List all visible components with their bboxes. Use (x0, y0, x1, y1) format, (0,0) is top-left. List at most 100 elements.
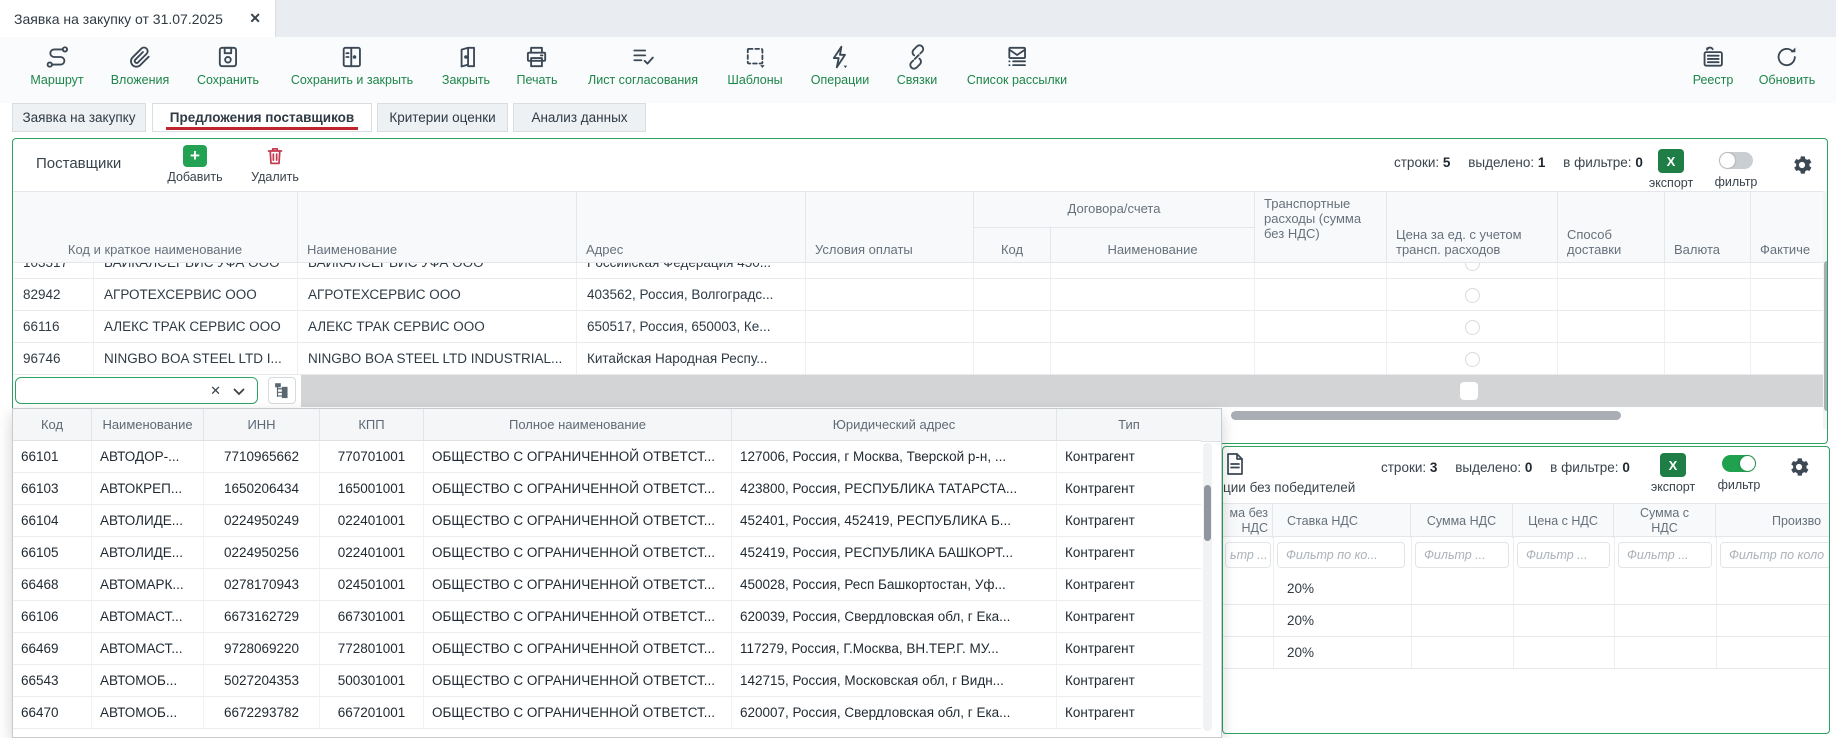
clear-icon[interactable]: ✕ (210, 383, 221, 399)
filter-toggle-bottom[interactable]: фильтр (1713, 455, 1765, 492)
lookup-row[interactable]: 66104 АВТОЛИДЕ... 0224950249 022401001 О… (13, 505, 1201, 537)
route-icon (44, 44, 70, 70)
col-contract-code[interactable]: Код (974, 228, 1051, 264)
refresh-button[interactable]: Обновить (1759, 44, 1816, 87)
col-currency[interactable]: Валюта (1665, 192, 1751, 264)
col-price-with-vat[interactable]: Цена с НДС (1513, 504, 1614, 538)
lookup-row[interactable]: 66106 АВТОМАСТ... 6673162729 667301001 О… (13, 601, 1201, 633)
lookup-row[interactable]: 66469 АВТОМАСТ... 9728069220 772801001 О… (13, 633, 1201, 665)
add-supplier-button[interactable]: + Добавить (164, 145, 226, 184)
links-button[interactable]: Связки (897, 44, 937, 87)
lookup-col-inn[interactable]: ИНН (204, 409, 320, 441)
plus-icon: + (183, 145, 207, 167)
col-sum-with-vat[interactable]: Сумма с НДС (1614, 504, 1716, 538)
approval-sheet-button[interactable]: Лист согласования (588, 44, 698, 87)
table-row[interactable]: 103317 БАЙКАЛСЕРВИС УФА ООО БАЙКАЛСЕРВИС… (13, 263, 1823, 279)
document-tab[interactable]: Заявка на закупку от 31.07.2025 ✕ (0, 0, 276, 37)
lookup-col-legal-address[interactable]: Юридический адрес (732, 409, 1057, 441)
row-checkbox[interactable] (1465, 320, 1480, 335)
filter-input[interactable]: Фильтр ... (1618, 542, 1712, 568)
close-icon[interactable]: ✕ (249, 10, 261, 27)
settings-gear-icon[interactable] (1787, 455, 1811, 479)
col-delivery-method[interactable]: Способ доставки (1558, 192, 1665, 264)
edit-row[interactable]: ✕ (13, 375, 1823, 407)
col-code-short-name[interactable]: Код и краткое наименование (13, 192, 298, 264)
col-vat-sum[interactable]: Сумма НДС (1411, 504, 1513, 538)
mailing-list-button[interactable]: Список рассылки (967, 44, 1067, 87)
paperclip-icon (127, 44, 153, 70)
excel-icon: X (1660, 453, 1686, 477)
templates-button[interactable]: Шаблоны (727, 44, 782, 87)
lookup-row[interactable]: 66543 АВТОМОБ... 5027204353 500301001 ОБ… (13, 665, 1201, 697)
positions-table-header: ма без НДС Ставка НДС Сумма НДС Цена с Н… (1223, 503, 1830, 537)
horizontal-scrollbar[interactable] (1231, 411, 1621, 420)
col-payment-terms[interactable]: Условия оплаты (806, 192, 974, 264)
lookup-col-full-name[interactable]: Полное наименование (424, 409, 732, 441)
col-sum-no-vat[interactable]: ма без НДС (1223, 504, 1273, 538)
col-transport-costs[interactable]: Транспортные расходы (сумма без НДС) (1255, 192, 1387, 264)
filter-input[interactable]: ьтр ... (1225, 542, 1271, 568)
row-checkbox[interactable] (1460, 382, 1478, 400)
lookup-row[interactable]: 66103 АВТОКРЕП... 1650206434 165001001 О… (13, 473, 1201, 505)
save-and-close-button[interactable]: Сохранить и закрыть (291, 44, 413, 87)
print-button[interactable]: Печать (517, 44, 558, 87)
lookup-row[interactable]: 66468 АВТОМАРК... 0278170943 024501001 О… (13, 569, 1201, 601)
toolbar: Маршрут Вложения Сохранить Сохранить и з… (0, 37, 1836, 103)
col-address[interactable]: Адрес (577, 192, 806, 264)
suppliers-table-header: Код и краткое наименование Наименование … (13, 191, 1823, 263)
operations-button[interactable]: Операции (811, 44, 869, 87)
lookup-col-name[interactable]: Наименование (92, 409, 204, 441)
filter-input[interactable]: Фильтр ... (1415, 542, 1509, 568)
table-row[interactable]: 20% (1223, 605, 1830, 637)
col-vat-rate[interactable]: Ставка НДС (1273, 504, 1411, 538)
col-name[interactable]: Наименование (298, 192, 577, 264)
lookup-col-code[interactable]: Код (13, 409, 92, 441)
tab-criteria[interactable]: Критерии оценки (377, 103, 508, 132)
table-row[interactable]: 20% (1223, 637, 1830, 669)
row-checkbox[interactable] (1465, 352, 1480, 367)
lookup-col-type[interactable]: Тип (1057, 409, 1201, 441)
toggle-off-icon[interactable] (1719, 152, 1753, 169)
refresh-icon (1774, 44, 1800, 70)
col-actual[interactable]: Фактиче (1751, 192, 1823, 264)
save-icon (215, 44, 241, 70)
col-producer[interactable]: Произво (1716, 504, 1830, 538)
popup-vertical-scrollbar[interactable] (1203, 443, 1212, 731)
row-checkbox[interactable] (1465, 288, 1480, 303)
route-button[interactable]: Маршрут (30, 44, 83, 87)
col-contract-name[interactable]: Наименование (1051, 228, 1255, 264)
col-unit-price[interactable]: Цена за ед. с учетом трансп. расходов (1387, 192, 1558, 264)
export-excel-button[interactable]: X экспорт (1647, 453, 1699, 494)
lookup-row[interactable]: 66105 АВТОЛИДЕ... 0224950256 022401001 О… (13, 537, 1201, 569)
printer-icon (524, 44, 550, 70)
filter-toggle-top[interactable]: фильтр (1710, 152, 1762, 189)
save-close-icon (339, 44, 365, 70)
attachments-button[interactable]: Вложения (111, 44, 170, 87)
positions-panel: ции без победителей строки: 3 выделено: … (1222, 446, 1830, 734)
hierarchy-select-button[interactable] (268, 377, 296, 404)
lookup-row[interactable]: 66470 АВТОМОБ... 6672293782 667201001 ОБ… (13, 697, 1201, 729)
lookup-col-kpp[interactable]: КПП (320, 409, 424, 441)
vertical-scrollbar[interactable] (1823, 191, 1828, 429)
close-document-button[interactable]: Закрыть (442, 44, 490, 87)
settings-gear-icon[interactable] (1790, 153, 1814, 177)
save-button[interactable]: Сохранить (197, 44, 259, 87)
registry-button[interactable]: Реестр (1693, 44, 1734, 87)
filter-input[interactable]: Фильтр по коло (1720, 542, 1830, 568)
tab-supplier-offers[interactable]: Предложения поставщиков (152, 103, 372, 132)
templates-icon (742, 44, 768, 70)
supplier-combobox[interactable]: ✕ (15, 377, 258, 404)
table-row[interactable]: 82942 АГРОТЕХСЕРВИС ООО АГРОТЕХСЕРВИС ОО… (13, 279, 1823, 311)
table-row[interactable]: 20% (1223, 573, 1830, 605)
delete-supplier-button[interactable]: Удалить (244, 145, 306, 184)
chevron-down-icon[interactable] (233, 388, 245, 396)
table-row[interactable]: 96746 NINGBO BOA STEEL LTD I... NINGBO B… (13, 343, 1823, 375)
tab-request[interactable]: Заявка на закупку (12, 103, 146, 132)
toggle-on-icon[interactable] (1722, 455, 1756, 472)
export-excel-button[interactable]: X экспорт (1645, 149, 1697, 190)
filter-input[interactable]: Фильтр ... (1517, 542, 1610, 568)
table-row[interactable]: 66116 АЛЕКС ТРАК СЕРВИС ООО АЛЕКС ТРАК С… (13, 311, 1823, 343)
lookup-row[interactable]: 66101 АВТОДОР-... 7710965662 770701001 О… (13, 441, 1201, 473)
filter-input[interactable]: Фильтр по ко... (1277, 542, 1405, 568)
tab-analysis[interactable]: Анализ данных (513, 103, 646, 132)
